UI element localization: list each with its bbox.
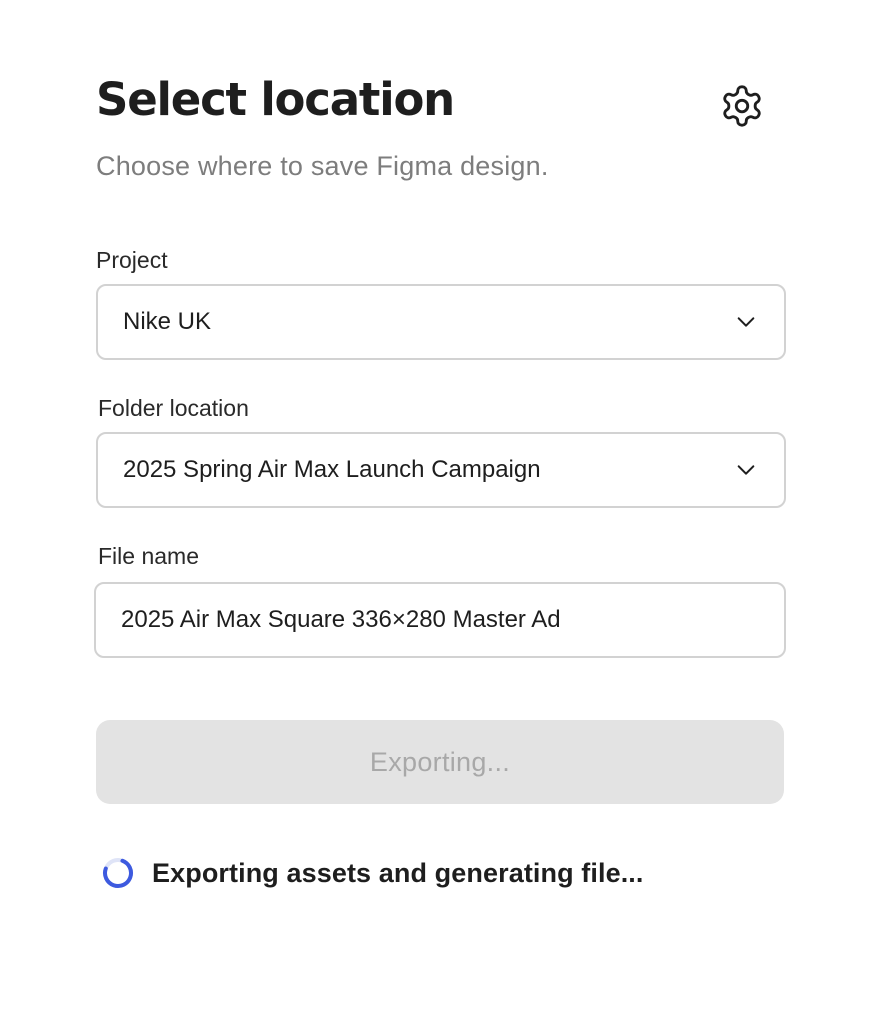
folder-location-select-value: 2025 Spring Air Max Launch Campaign — [123, 456, 541, 483]
page-title: Select location — [96, 73, 455, 126]
folder-location-select[interactable]: 2025 Spring Air Max Launch Campaign — [96, 432, 786, 508]
project-select[interactable]: Nike UK — [96, 284, 786, 360]
export-button-label: Exporting... — [369, 746, 511, 777]
file-name-label: File name — [98, 543, 199, 569]
file-name-value: 2025 Air Max Square 336×280 Master Ad — [121, 606, 561, 633]
export-button[interactable]: Exporting... — [96, 720, 784, 804]
folder-location-label: Folder location — [98, 395, 249, 421]
chevron-down-icon — [734, 310, 758, 334]
settings-button[interactable] — [718, 82, 766, 130]
gear-icon — [719, 83, 765, 129]
page-subtitle: Choose where to save Figma design. — [96, 151, 549, 181]
chevron-down-icon — [734, 458, 758, 482]
spinner-icon — [100, 855, 136, 891]
export-status: Exporting assets and generating file... — [100, 855, 644, 891]
status-text: Exporting assets and generating file... — [152, 857, 644, 888]
project-label: Project — [96, 247, 168, 273]
project-select-value: Nike UK — [123, 308, 212, 335]
file-name-field[interactable]: 2025 Air Max Square 336×280 Master Ad — [94, 582, 786, 658]
